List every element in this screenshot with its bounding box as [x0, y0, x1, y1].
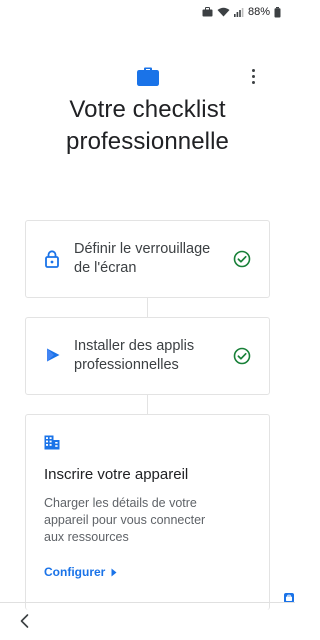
- step-label-line-1: Installer des applis: [74, 338, 195, 354]
- page-title: Votre checklist professionnelle: [0, 94, 295, 158]
- play-arrow-icon: [47, 348, 60, 362]
- step-description-line-1: Charger les détails de votre: [44, 496, 197, 510]
- step-label-line-1: Définir le verrouillage: [74, 241, 211, 257]
- configure-button[interactable]: Configurer: [44, 565, 117, 579]
- title-line-2: professionnelle: [66, 128, 229, 155]
- building-icon: [44, 435, 60, 450]
- briefcase-icon: [137, 67, 159, 86]
- lock-icon: [45, 250, 59, 268]
- step-connector: [147, 395, 148, 414]
- wifi-icon: [217, 7, 230, 17]
- step-description-line-3: aux ressources: [44, 530, 129, 544]
- signal-icon: [233, 8, 244, 17]
- step-card-enroll-device: Inscrire votre appareil Charger les déta…: [25, 414, 270, 610]
- step-connector: [147, 298, 148, 317]
- battery-percent: 88%: [247, 6, 270, 18]
- briefcase-icon: [202, 7, 213, 17]
- back-arrow-icon[interactable]: [16, 612, 34, 630]
- dot: [251, 74, 255, 78]
- step-description: Charger les détails de votre appareil po…: [44, 495, 254, 546]
- dot: [251, 68, 255, 72]
- check-circle-icon: [233, 347, 251, 365]
- chevron-right-icon: [111, 568, 117, 576]
- step-title: Inscrire votre appareil: [44, 466, 189, 483]
- step-label-line-2: professionnelles: [74, 357, 179, 373]
- dot: [251, 80, 255, 84]
- status-bar: 88%: [0, 0, 295, 24]
- battery-icon: [274, 6, 281, 17]
- step-card-screen-lock[interactable]: Définir le verrouillage de l'écran: [25, 220, 270, 298]
- step-label-line-2: de l'écran: [74, 260, 137, 276]
- check-circle-icon: [233, 250, 251, 268]
- more-vert-icon[interactable]: [244, 66, 262, 86]
- step-description-line-2: appareil pour vous connecter: [44, 513, 206, 527]
- step-card-install-apps[interactable]: Installer des applis professionnelles: [25, 317, 270, 395]
- bottom-divider: [0, 602, 295, 603]
- configure-label: Configurer: [44, 565, 106, 579]
- step-label: Installer des applis professionnelles: [74, 337, 234, 375]
- step-label: Définir le verrouillage de l'écran: [74, 240, 234, 278]
- title-line-1: Votre checklist: [69, 96, 226, 123]
